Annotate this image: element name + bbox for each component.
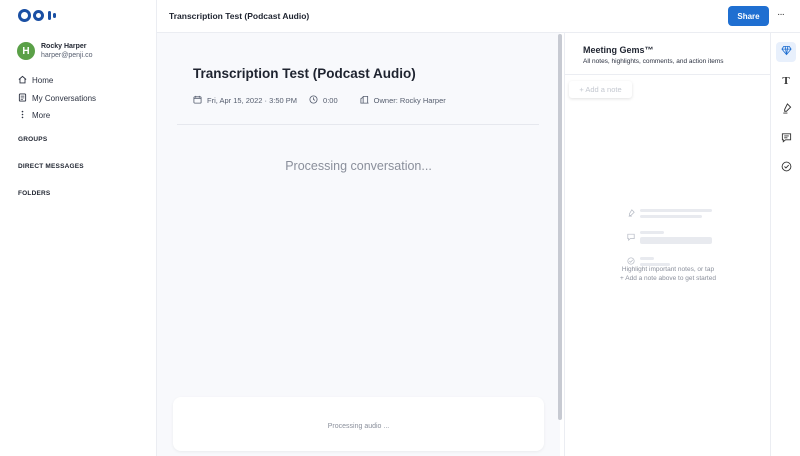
more-vertical-icon: [18, 110, 27, 121]
comments-tab[interactable]: [776, 129, 796, 149]
conversation-owner: Owner: Rocky Harper: [373, 96, 446, 105]
highlight-tab[interactable]: [776, 100, 796, 120]
user-email: harper@penji.co: [41, 52, 93, 59]
sidebar-item-label: Home: [32, 76, 54, 86]
conversations-icon: [18, 93, 27, 104]
user-profile[interactable]: H Rocky Harper harper@penji.co: [17, 42, 92, 60]
conversation-panel: Transcription Test (Podcast Audio) Fri, …: [157, 33, 560, 456]
more-options-button[interactable]: ···: [777, 9, 785, 20]
gems-tab[interactable]: [776, 42, 796, 62]
otter-logo-icon[interactable]: [18, 9, 56, 22]
section-direct-messages[interactable]: DIRECT MESSAGES: [18, 163, 84, 170]
divider: [177, 124, 539, 125]
sidebar-item-more[interactable]: More: [18, 107, 96, 125]
audio-player-card: Processing audio ...: [173, 397, 544, 451]
conversation-date: Fri, Apr 15, 2022 · 3:50 PM: [207, 96, 298, 105]
empty-state-text: Highlight important notes, or tap + Add …: [565, 265, 771, 283]
panel-resize-handle[interactable]: [558, 34, 562, 420]
highlighter-icon: [781, 101, 792, 119]
conversation-duration: 0:00: [323, 96, 338, 105]
sidebar: H Rocky Harper harper@penji.co Home My C…: [0, 0, 157, 456]
empty-state-illustration: [627, 201, 712, 273]
section-folders[interactable]: FOLDERS: [18, 190, 50, 197]
comment-icon: [627, 228, 635, 246]
user-name: Rocky Harper: [41, 43, 87, 50]
sidebar-item-label: My Conversations: [32, 93, 97, 103]
sidebar-nav: Home My Conversations More: [18, 72, 96, 125]
conversation-meta: Fri, Apr 15, 2022 · 3:50 PM 0:00 Owner: …: [193, 95, 458, 106]
gems-title: Meeting Gems™: [583, 45, 654, 55]
empty-state-line: Highlight important notes, or tap: [621, 266, 715, 273]
section-groups[interactable]: GROUPS: [18, 136, 47, 143]
sidebar-item-my-conversations[interactable]: My Conversations: [18, 90, 96, 108]
clock-icon: [309, 95, 318, 106]
divider: [565, 74, 771, 75]
highlight-icon: [627, 204, 635, 222]
sidebar-item-home[interactable]: Home: [18, 72, 96, 90]
avatar: H: [17, 42, 35, 60]
page-title: Transcription Test (Podcast Audio): [193, 66, 416, 81]
header-title: Transcription Test (Podcast Audio): [169, 11, 310, 21]
check-circle-icon: [781, 159, 792, 177]
home-icon: [18, 75, 27, 86]
comment-icon: [781, 130, 792, 148]
meeting-gems-panel: Meeting Gems™ All notes, highlights, com…: [564, 33, 771, 456]
add-note-button[interactable]: + Add a note: [569, 81, 632, 98]
action-items-tab[interactable]: [776, 158, 796, 178]
top-bar: Transcription Test (Podcast Audio) Share…: [157, 0, 800, 33]
text-format-icon: T: [782, 75, 790, 87]
diamond-icon: [780, 43, 792, 61]
share-button[interactable]: Share: [728, 6, 769, 26]
calendar-icon: [193, 95, 202, 106]
empty-state-line: + Add a note above to get started: [620, 275, 716, 282]
audio-status: Processing audio ...: [327, 423, 390, 430]
owner-icon: [360, 95, 369, 106]
processing-status: Processing conversation...: [285, 159, 432, 173]
gems-subtitle: All notes, highlights, comments, and act…: [583, 58, 724, 65]
text-tab[interactable]: T: [776, 71, 796, 91]
sidebar-item-label: More: [32, 111, 51, 121]
right-icon-rail: T: [770, 33, 800, 456]
